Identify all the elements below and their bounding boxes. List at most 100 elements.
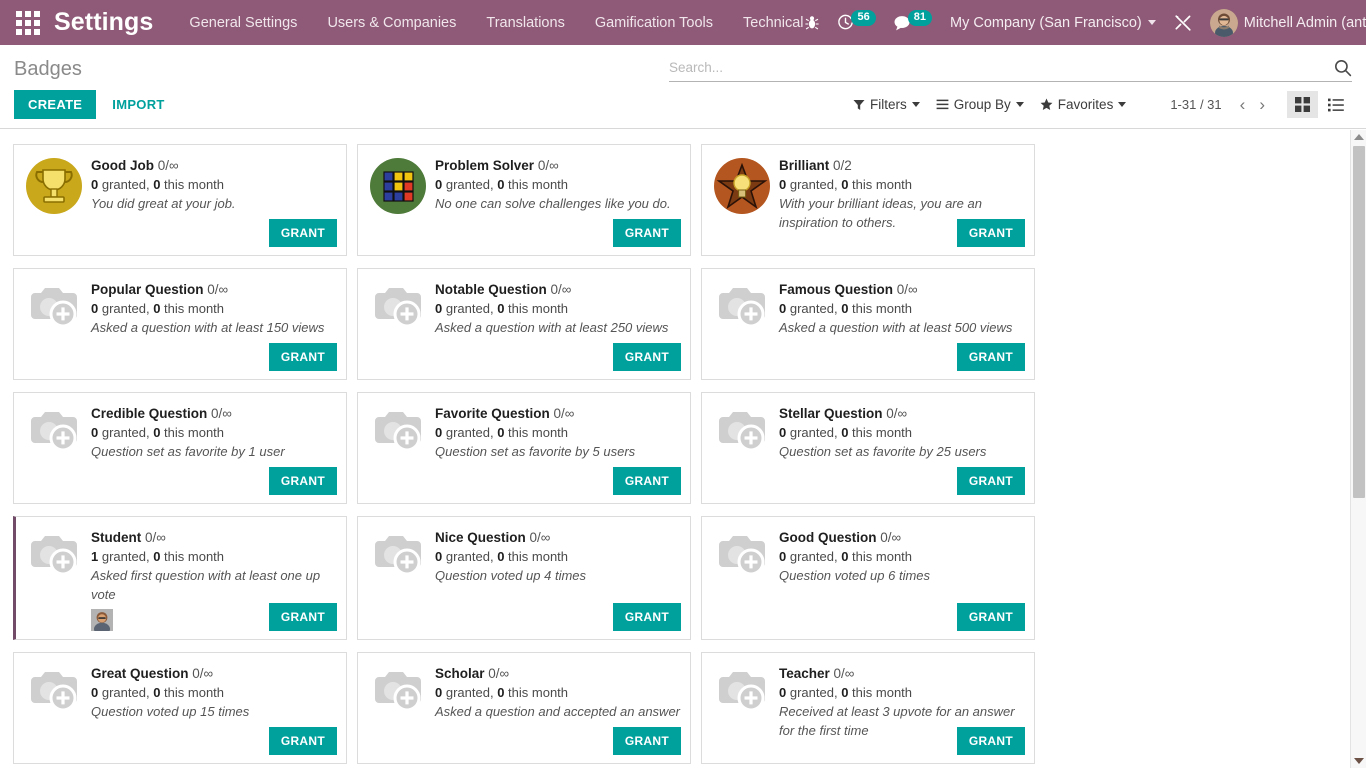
badge-month-label: this month [508,301,569,316]
badge-name: Brilliant [779,158,830,173]
grant-button[interactable]: GRANT [268,219,337,247]
scrollbar-thumb[interactable] [1353,146,1365,498]
badge-granted-label: granted, [101,177,150,192]
chevron-left-icon[interactable]: ‹ [1234,95,1252,114]
grant-button[interactable]: GRANT [612,343,681,371]
search-icon[interactable] [1334,59,1352,77]
grant-button[interactable]: GRANT [956,603,1025,631]
badge-granted-count: 0 [91,301,99,316]
badge-month-count: 0 [153,425,161,440]
grant-button[interactable]: GRANT [268,727,337,755]
badge-stats: 0 granted, 0 this month [435,175,680,194]
badge-name: Favorite Question [435,406,550,421]
user-menu[interactable]: Mitchell Admin (antony) [1209,8,1366,37]
grant-button[interactable]: GRANT [268,343,337,371]
badge-name: Problem Solver [435,158,535,173]
badge-stats: 0 granted, 0 this month [779,299,1024,318]
grant-button[interactable]: GRANT [612,467,681,495]
menu-item-gamification-tools[interactable]: Gamification Tools [593,11,715,35]
grant-button[interactable]: GRANT [956,727,1025,755]
badge-description: Asked a question with at least 500 views [779,320,1013,335]
badge-granted-count: 0 [435,301,443,316]
badge-month-count: 0 [841,177,849,192]
grant-button[interactable]: GRANT [612,727,681,755]
badge-granted-count: 0 [91,425,99,440]
badge-card[interactable]: Credible Question 0/∞ 0 granted, 0 this m… [13,392,347,504]
create-button[interactable]: CREATE [14,90,97,119]
badge-month-count: 0 [497,549,505,564]
favorites-dropdown[interactable]: Favorites [1040,97,1127,112]
badge-card[interactable]: Favorite Question 0/∞ 0 granted, 0 this m… [357,392,691,504]
badge-card[interactable]: Good Question 0/∞ 0 granted, 0 this month… [701,516,1035,640]
menu-item-translations[interactable]: Translations [484,11,566,35]
badge-card[interactable]: Brilliant 0/2 0 granted, 0 this month With… [701,144,1035,256]
app-brand-title[interactable]: Settings [54,8,153,37]
scroll-down-button[interactable] [1351,754,1366,768]
badge-card[interactable]: Good Job 0/∞ 0 granted, 0 this month You d… [13,144,347,256]
badge-stats: 0 granted, 0 this month [435,547,680,566]
menu-item-technical[interactable]: Technical [741,11,805,35]
apps-grid-icon[interactable] [16,10,40,36]
grant-button[interactable]: GRANT [612,219,681,247]
search-input[interactable] [669,60,1328,75]
menu-item-general-settings[interactable]: General Settings [187,11,299,35]
company-switcher[interactable]: My Company (San Francisco) [950,15,1156,31]
badge-card[interactable]: Nice Question 0/∞ 0 granted, 0 this month… [357,516,691,640]
badge-title: Scholar 0/∞ [435,664,680,683]
badge-granted-count: 0 [435,177,443,192]
badge-name: Nice Question [435,530,526,545]
badge-granted-label: granted, [789,425,838,440]
menu-item-users-companies[interactable]: Users & Companies [325,11,458,35]
badge-month-label: this month [164,685,225,700]
activities-menu[interactable]: 56 [837,9,876,31]
badge-title: Popular Question 0/∞ [91,280,336,299]
badge-card[interactable]: Great Question 0/∞ 0 granted, 0 this mont… [13,652,347,764]
list-view-icon[interactable] [1320,92,1352,118]
group-by-dropdown[interactable]: Group By [936,97,1024,112]
badge-card[interactable]: Student 0/∞ 1 granted, 0 this month Asked … [13,516,347,640]
grant-button[interactable]: GRANT [612,603,681,631]
badge-card[interactable]: Notable Question 0/∞ 0 granted, 0 this mo… [357,268,691,380]
badge-stats: 0 granted, 0 this month [91,683,336,702]
import-button[interactable]: IMPORT [112,97,164,112]
filters-dropdown[interactable]: Filters [853,97,920,112]
badge-limit: 0/∞ [537,158,559,173]
grant-button[interactable]: GRANT [268,603,337,631]
kanban-view-icon[interactable] [1287,91,1318,118]
badge-month-label: this month [852,425,913,440]
messaging-menu[interactable]: 81 [894,9,932,31]
search-bar[interactable] [669,56,1352,82]
vertical-scrollbar[interactable] [1350,130,1366,768]
badge-granted-count: 0 [779,301,787,316]
badge-card[interactable]: Stellar Question 0/∞ 0 granted, 0 this mo… [701,392,1035,504]
bug-icon[interactable] [805,15,820,31]
badge-description: Question set as favorite by 5 users [435,444,636,459]
chevron-right-icon[interactable]: › [1253,95,1271,114]
badge-month-count: 0 [841,685,849,700]
badge-card[interactable]: Scholar 0/∞ 0 granted, 0 this month Asked … [357,652,691,764]
badge-granted-label: granted, [101,549,150,564]
page-title: Badges [14,58,82,80]
badge-stats: 0 granted, 0 this month [435,683,680,702]
badge-card[interactable]: Teacher 0/∞ 0 granted, 0 this month Receiv… [701,652,1035,764]
grant-button[interactable]: GRANT [956,219,1025,247]
pager-value: 1-31 / 31 [1170,97,1222,112]
owner-avatar[interactable] [91,609,113,631]
chevron-down-icon [1118,102,1127,107]
user-name: Mitchell Admin (antony) [1243,14,1366,31]
badge-card[interactable]: Problem Solver 0/∞ 0 granted, 0 this mont… [357,144,691,256]
badge-title: Good Question 0/∞ [779,528,1024,547]
grant-button[interactable]: GRANT [268,467,337,495]
scroll-up-button[interactable] [1351,130,1366,144]
badge-month-count: 0 [153,549,161,564]
chevron-down-icon [1015,102,1024,107]
wrench-screwdriver-icon[interactable] [1174,14,1192,32]
grant-button[interactable]: GRANT [956,343,1025,371]
badge-card[interactable]: Famous Question 0/∞ 0 granted, 0 this mon… [701,268,1035,380]
badge-title: Teacher 0/∞ [779,664,1024,683]
badge-month-label: this month [164,425,225,440]
badge-card[interactable]: Popular Question 0/∞ 0 granted, 0 this mo… [13,268,347,380]
badge-grant-area: GRANT [956,603,1025,631]
badge-granted-count: 0 [435,425,443,440]
grant-button[interactable]: GRANT [956,467,1025,495]
